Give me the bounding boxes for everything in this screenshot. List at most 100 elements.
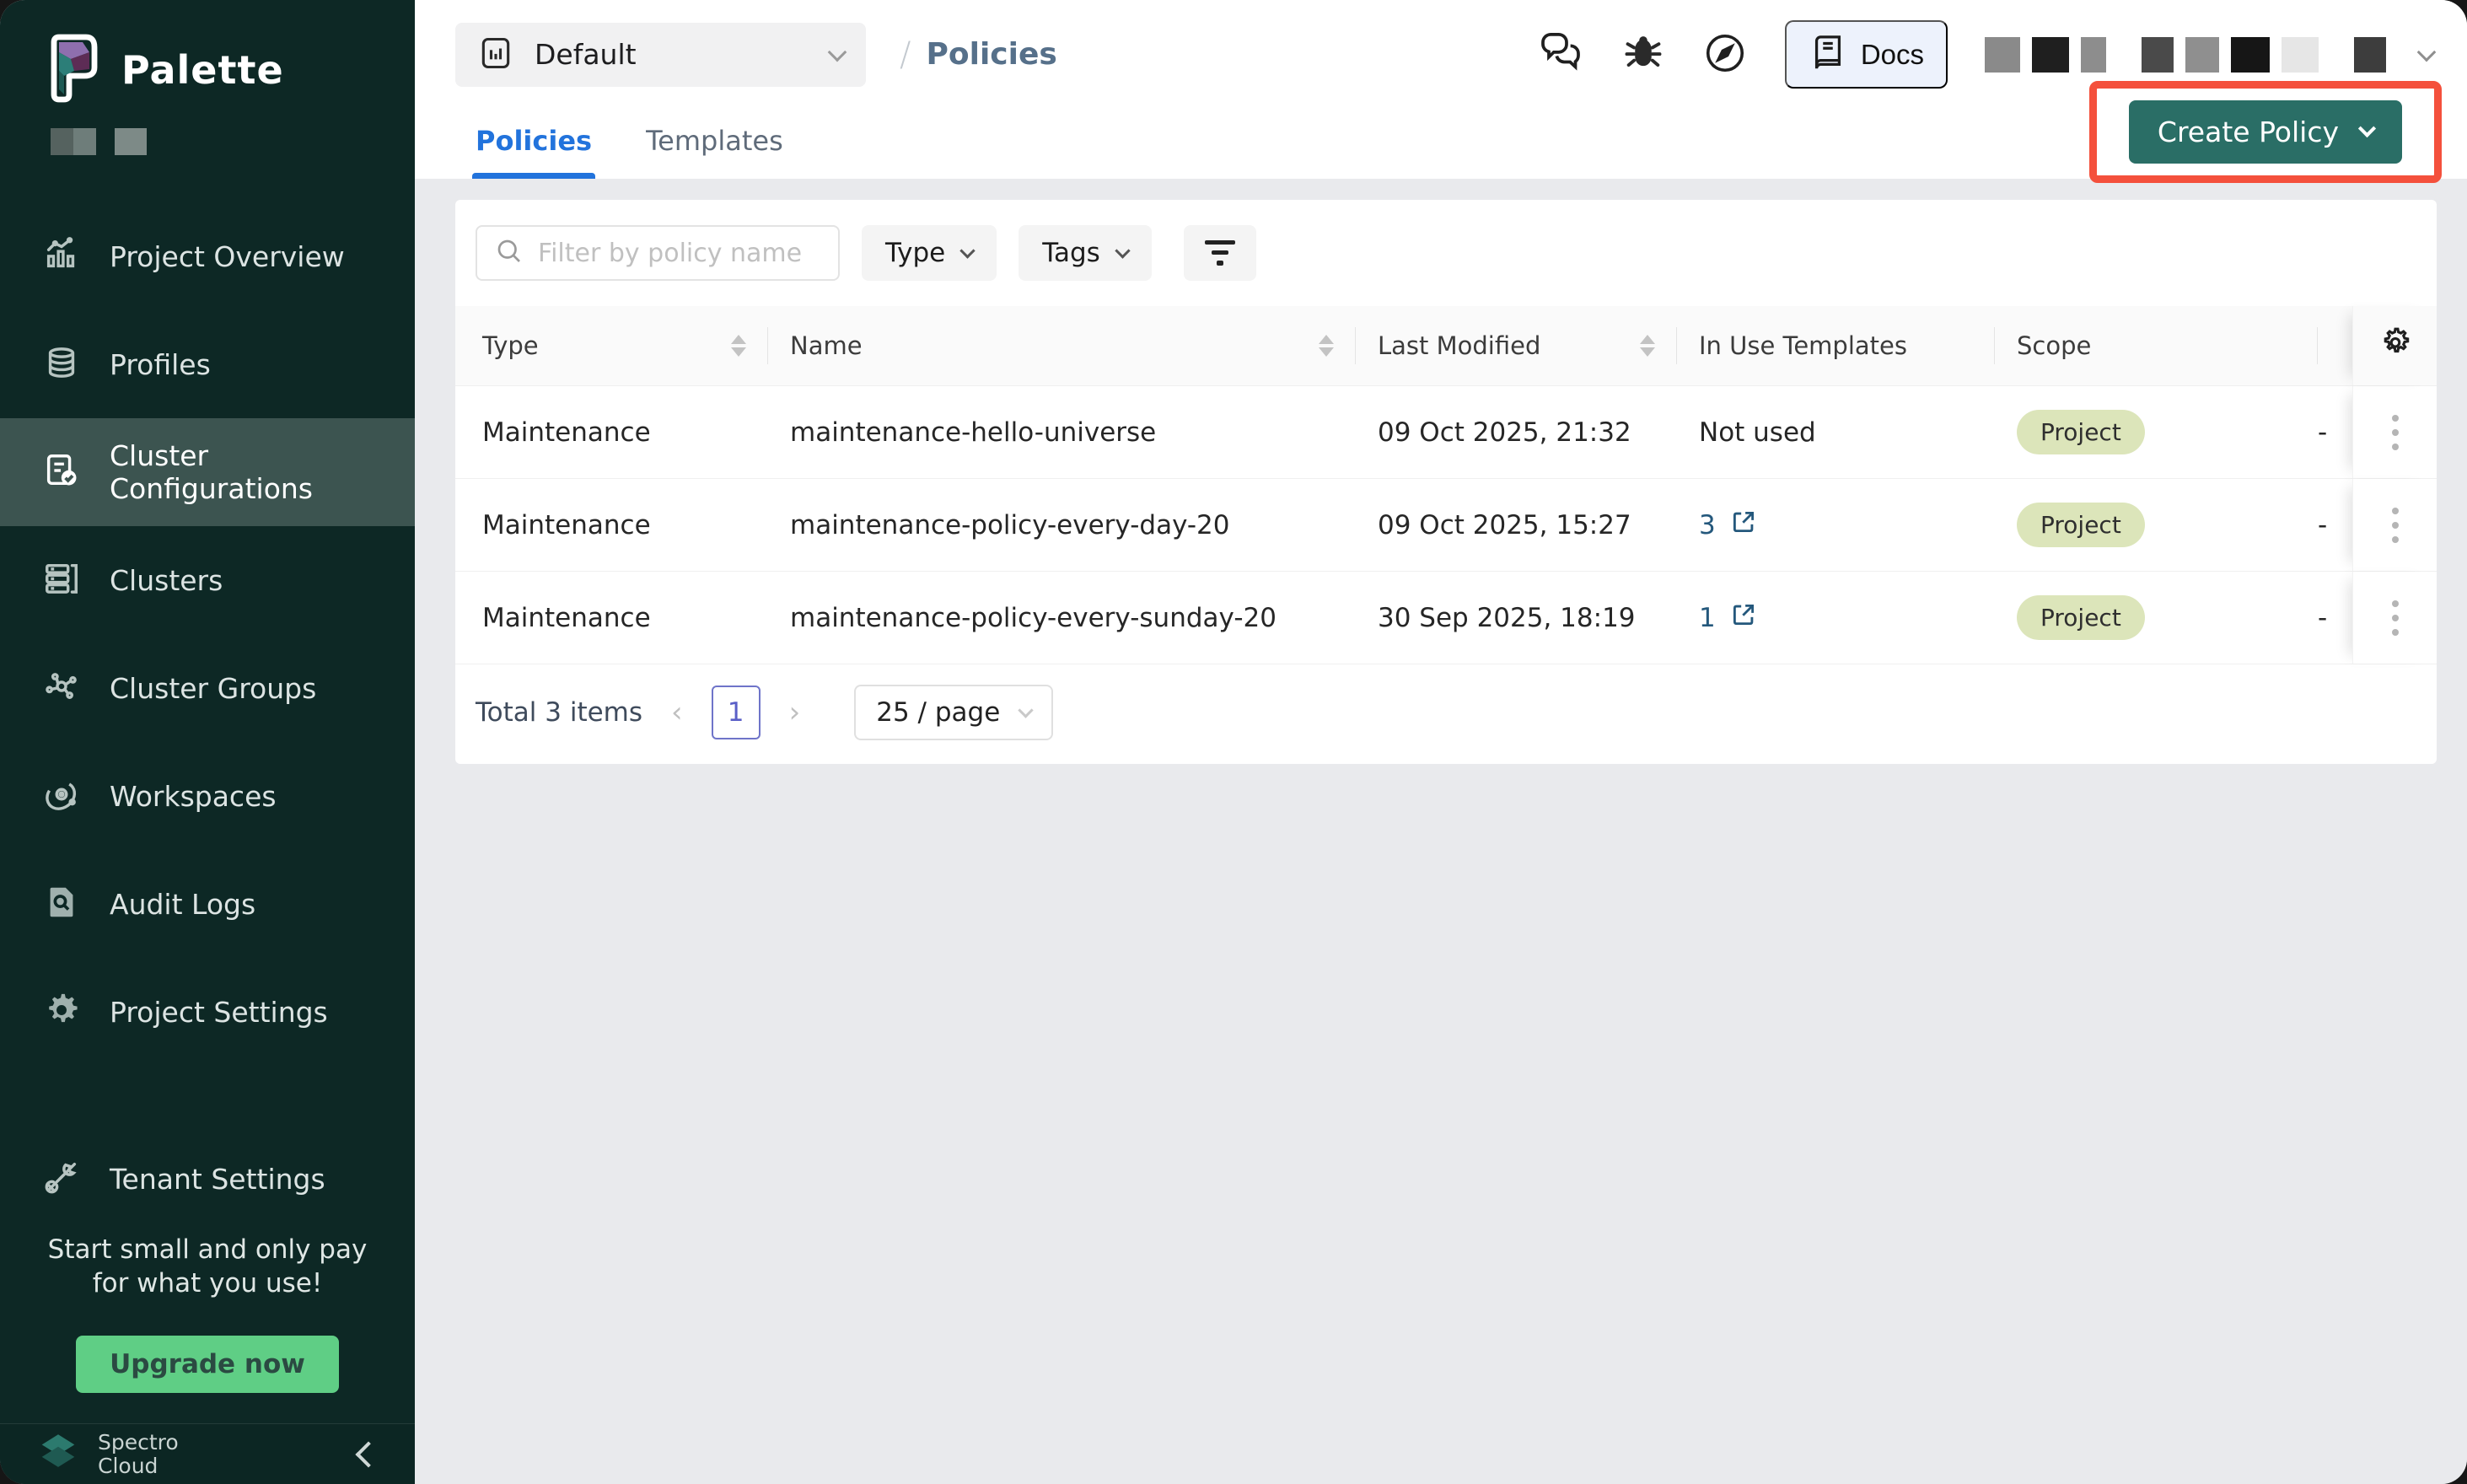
user-menu[interactable] <box>1985 37 2433 73</box>
chevron-down-icon <box>960 243 976 258</box>
cell-last-modified: 09 Oct 2025, 21:32 <box>1356 386 1677 478</box>
page-number[interactable]: 1 <box>712 686 761 739</box>
breadcrumb-separator: / <box>900 35 911 74</box>
cell-type: Maintenance <box>455 479 768 571</box>
filter-button[interactable] <box>1184 225 1256 281</box>
main-area: Default / Policies <box>415 0 2467 1484</box>
header-name[interactable]: Name <box>768 306 1356 385</box>
document-search-icon <box>42 883 81 925</box>
topbar-actions: Docs <box>1537 20 2433 89</box>
upgrade-now-button[interactable]: Upgrade now <box>76 1336 339 1393</box>
in-use-templates-link[interactable]: 1 <box>1699 600 1758 636</box>
cell-in-use: 1 <box>1677 572 1995 664</box>
compass-icon <box>1702 30 1748 78</box>
cell-type: Maintenance <box>455 386 768 478</box>
kebab-menu-icon[interactable] <box>2384 592 2407 644</box>
row-actions[interactable] <box>2352 479 2437 571</box>
table-row[interactable]: Maintenance maintenance-policy-every-day… <box>455 479 2437 572</box>
in-use-templates-link[interactable]: 3 <box>1699 508 1758 543</box>
create-policy-button[interactable]: Create Policy <box>2129 100 2402 164</box>
redacted-block <box>115 128 147 155</box>
row-actions[interactable] <box>2352 386 2437 478</box>
cell-tags: - <box>2318 572 2352 664</box>
redacted-block <box>2231 37 2270 73</box>
brand-name: Palette <box>121 47 284 93</box>
sort-icon[interactable] <box>1319 335 1334 357</box>
header-type[interactable]: Type <box>455 306 768 385</box>
sidebar-item-tenant-settings[interactable]: Tenant Settings <box>0 1125 415 1233</box>
kebab-menu-icon[interactable] <box>2384 406 2407 459</box>
sidebar-item-label: Audit Logs <box>110 888 255 921</box>
collapse-sidebar-icon[interactable] <box>355 1441 381 1467</box>
sidebar-item-workspaces[interactable]: Workspaces <box>0 742 415 850</box>
cell-name: maintenance-policy-every-sunday-20 <box>768 572 1356 664</box>
cell-name: maintenance-hello-universe <box>768 386 1356 478</box>
database-icon <box>42 343 81 385</box>
sidebar-item-profiles[interactable]: Profiles <box>0 310 415 418</box>
explore-button[interactable] <box>1702 30 1748 78</box>
cell-tags: - <box>2318 386 2352 478</box>
report-bug-button[interactable] <box>1621 31 1665 78</box>
type-filter-dropdown[interactable]: Type <box>862 225 997 281</box>
sidebar-item-audit-logs[interactable]: Audit Logs <box>0 850 415 958</box>
book-icon <box>1809 34 1847 75</box>
cell-scope: Project <box>1995 479 2318 571</box>
palette-logo-icon <box>49 34 99 106</box>
orbit-icon <box>42 775 81 817</box>
kebab-menu-icon[interactable] <box>2384 499 2407 551</box>
policy-search <box>476 225 840 281</box>
search-input[interactable] <box>538 239 821 268</box>
gear-icon <box>2377 325 2414 368</box>
project-selector[interactable]: Default <box>455 23 866 87</box>
type-filter-label: Type <box>885 238 945 268</box>
header-in-use-templates: In Use Templates <box>1677 306 1995 385</box>
tab-templates[interactable]: Templates <box>646 125 783 179</box>
table-row[interactable]: Maintenance maintenance-hello-universe 0… <box>455 386 2437 479</box>
chevron-down-icon <box>828 42 847 62</box>
page-size-select[interactable]: 25 / page <box>854 685 1053 740</box>
sidebar-item-label: Tenant Settings <box>110 1163 325 1196</box>
header-last-modified[interactable]: Last Modified <box>1356 306 1677 385</box>
sidebar-item-cluster-configurations[interactable]: Cluster Configurations <box>0 418 415 526</box>
redacted-block <box>2142 37 2174 73</box>
tab-policies[interactable]: Policies <box>476 125 592 179</box>
pagination: Total 3 items ‹ 1 › 25 / page <box>455 664 2437 764</box>
header-scope: Scope <box>1995 306 2318 385</box>
previous-page-button[interactable]: ‹ <box>671 696 683 729</box>
breadcrumb-current: Policies <box>926 37 1056 72</box>
sidebar-item-label: Cluster Configurations <box>110 439 415 505</box>
sidebar-item-label: Project Overview <box>110 240 345 273</box>
sidebar-item-project-settings[interactable]: Project Settings <box>0 958 415 1066</box>
sort-icon[interactable] <box>731 335 746 357</box>
header-column-settings[interactable] <box>2352 306 2437 385</box>
bug-icon <box>1621 31 1665 78</box>
promo-text-line1: Start small and only pay <box>0 1233 415 1266</box>
feedback-button[interactable] <box>1537 30 1584 79</box>
row-actions[interactable] <box>2352 572 2437 664</box>
chevron-down-icon <box>1115 243 1130 258</box>
redacted-block <box>51 128 96 155</box>
sidebar-item-project-overview[interactable]: Project Overview <box>0 202 415 310</box>
tabs: Policies Templates <box>476 125 783 179</box>
external-link-icon <box>1729 600 1758 636</box>
policies-table: Type Name Last Modified <box>455 306 2437 664</box>
breadcrumb: / Policies <box>900 35 1057 74</box>
next-page-button[interactable]: › <box>789 696 801 729</box>
sort-icon[interactable] <box>1640 335 1655 357</box>
chevron-down-icon <box>2417 42 2437 62</box>
chevron-down-icon <box>2358 120 2376 137</box>
cell-name: maintenance-policy-every-day-20 <box>768 479 1356 571</box>
tags-filter-dropdown[interactable]: Tags <box>1019 225 1152 281</box>
sidebar-item-label: Clusters <box>110 564 223 597</box>
sidebar: Palette Project Overview <box>0 0 415 1484</box>
sidebar-item-cluster-groups[interactable]: Cluster Groups <box>0 634 415 742</box>
servers-icon <box>42 559 81 601</box>
sidebar-item-clusters[interactable]: Clusters <box>0 526 415 634</box>
app-window: Palette Project Overview <box>0 0 2467 1484</box>
cell-last-modified: 30 Sep 2025, 18:19 <box>1356 572 1677 664</box>
table-row[interactable]: Maintenance maintenance-policy-every-sun… <box>455 572 2437 664</box>
redacted-block <box>2354 37 2386 73</box>
docs-button[interactable]: Docs <box>1785 20 1948 89</box>
chat-bubbles-icon <box>1537 30 1584 79</box>
table-header-row: Type Name Last Modified <box>455 306 2437 386</box>
